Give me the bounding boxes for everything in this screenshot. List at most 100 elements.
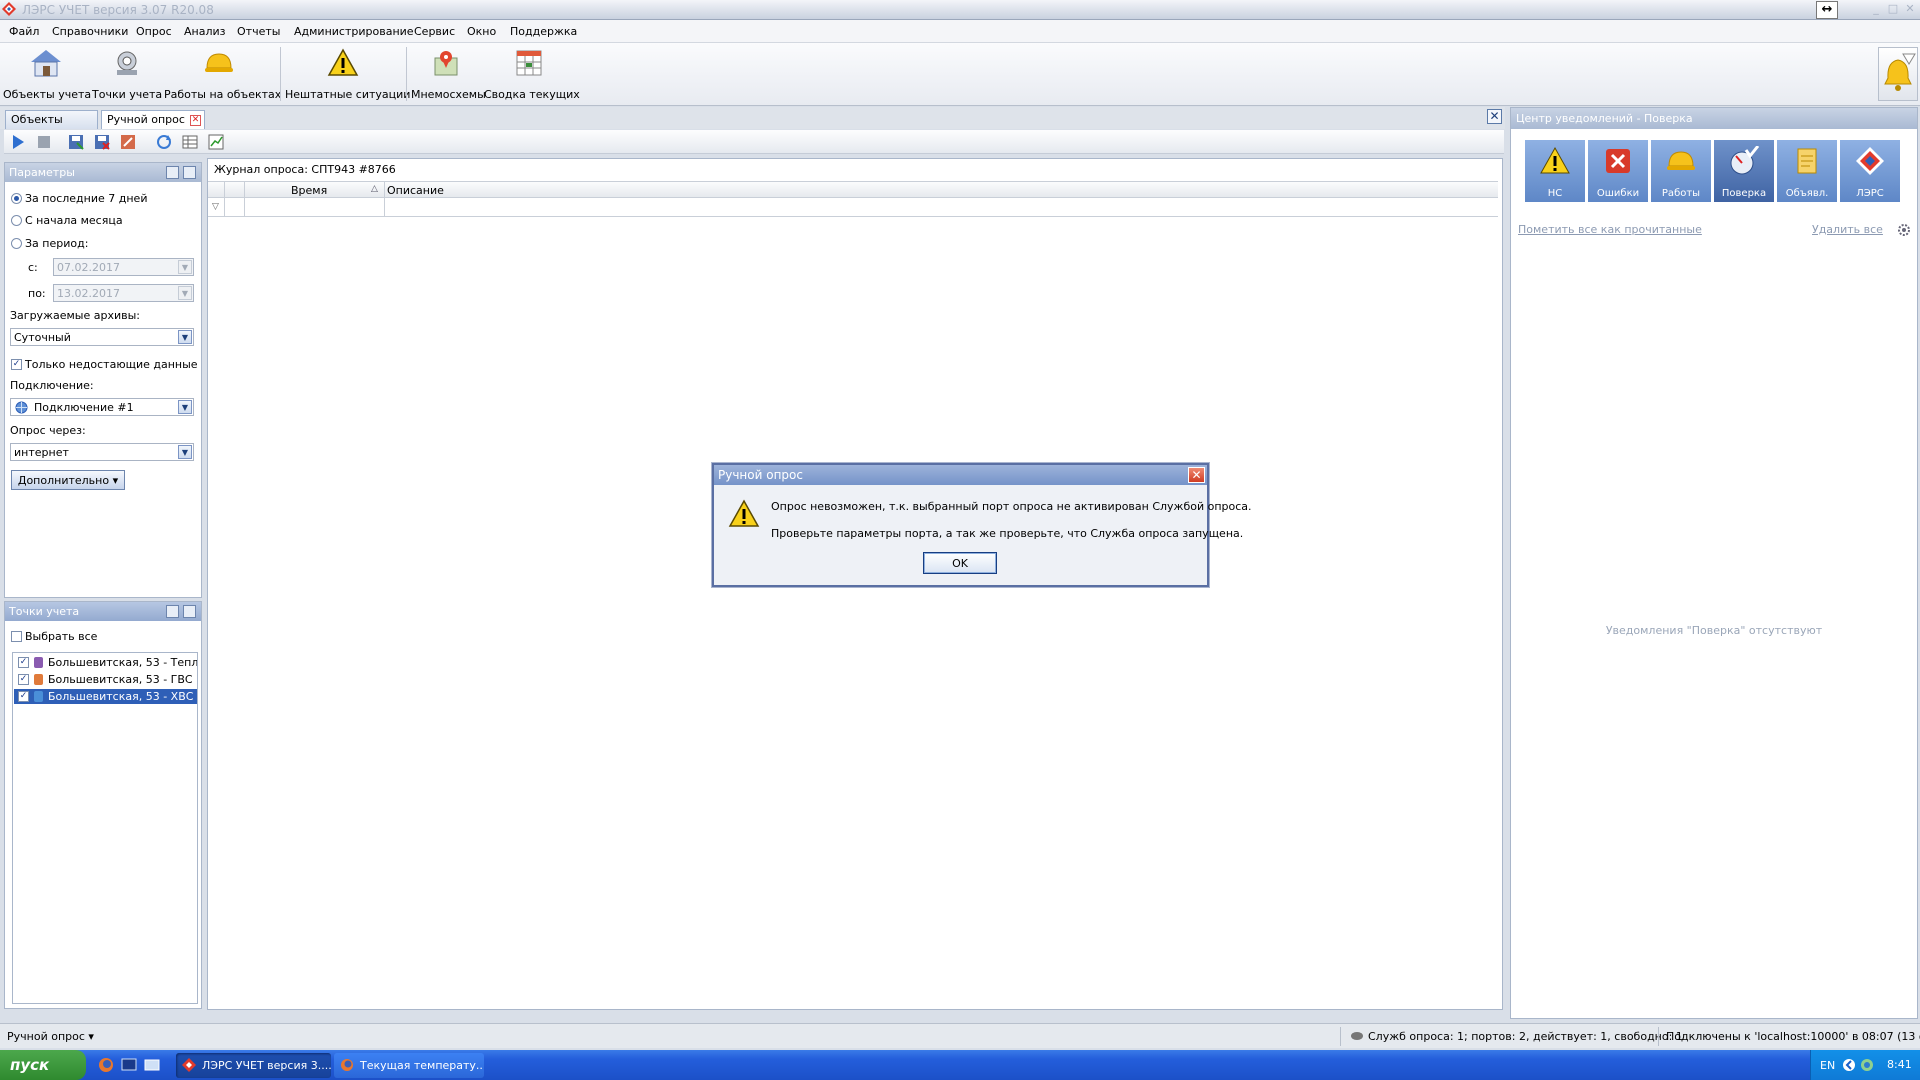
- item-checkbox[interactable]: ✓: [18, 657, 29, 668]
- status-connection: Подключены к 'localhost:10000' в 08:07 (…: [1666, 1030, 1920, 1043]
- chevron-down-icon[interactable]: ▼: [178, 286, 192, 300]
- taskbar-item-lers[interactable]: ЛЭРС УЧЕТ версия 3....: [176, 1053, 331, 1078]
- menu-reports[interactable]: Отчеты: [237, 25, 280, 38]
- menu-file[interactable]: Файл: [9, 25, 39, 38]
- list-item[interactable]: ✓ Большевитская, 53 - ХВС: [14, 689, 197, 704]
- poll-via-value: интернет: [14, 446, 69, 459]
- ok-button[interactable]: OK: [923, 552, 997, 574]
- network-icon[interactable]: [1860, 1058, 1874, 1072]
- panel-pin-icon[interactable]: [183, 605, 196, 618]
- table-icon[interactable]: [182, 134, 198, 150]
- clear-icon[interactable]: [120, 134, 136, 150]
- menu-poll[interactable]: Опрос: [136, 25, 172, 38]
- lers-filter-button[interactable]: ЛЭРС: [1840, 140, 1900, 202]
- language-indicator[interactable]: EN: [1820, 1059, 1835, 1072]
- ads-filter-button[interactable]: Объявл.: [1777, 140, 1837, 202]
- window-switch-icon[interactable]: [144, 1057, 160, 1073]
- menu-window[interactable]: Окно: [467, 25, 496, 38]
- status-services: Служб опроса: 1; портов: 2, действует: 1…: [1368, 1030, 1683, 1043]
- advanced-button[interactable]: Дополнительно ▾: [11, 470, 125, 490]
- chevron-down-icon[interactable]: ▼: [178, 260, 192, 274]
- menu-references[interactable]: Справочники: [52, 25, 128, 38]
- play-icon[interactable]: [10, 134, 26, 150]
- firefox-icon[interactable]: [98, 1057, 114, 1073]
- tab-manual-poll-label: Ручной опрос: [107, 113, 185, 126]
- manual-poll-dialog: Ручной опрос ✕ Опрос невозможен, т.к. вы…: [712, 463, 1252, 587]
- gear-icon[interactable]: [1897, 223, 1911, 237]
- chevron-down-icon[interactable]: ▼: [178, 445, 192, 459]
- show-desktop-icon[interactable]: [121, 1057, 137, 1073]
- mnemo-button[interactable]: Мнемосхемы: [411, 46, 486, 104]
- to-date-field[interactable]: 13.02.2017 ▼: [53, 284, 194, 302]
- verify-filter-button[interactable]: Поверка: [1714, 140, 1774, 202]
- clock[interactable]: 8:41: [1887, 1058, 1912, 1071]
- list-item[interactable]: ✓ Большевитская, 53 - Теплоснабжение: [14, 655, 197, 670]
- heating-icon: [34, 657, 43, 668]
- menu-bar: Файл Справочники Опрос Анализ Отчеты Адм…: [0, 20, 1920, 43]
- start-button[interactable]: пуск: [0, 1050, 86, 1080]
- taskbar-item-browser[interactable]: Текущая температу...: [334, 1053, 484, 1078]
- close-document-button[interactable]: ✕: [1487, 109, 1502, 124]
- connection-select[interactable]: Подключение #1 ▼: [10, 398, 194, 416]
- menu-service[interactable]: Сервис: [414, 25, 455, 38]
- panel-pin-icon[interactable]: [183, 166, 196, 179]
- item-checkbox[interactable]: ✓: [18, 691, 29, 702]
- ns-filter-button[interactable]: НС: [1525, 140, 1585, 202]
- maximize-icon[interactable]: □: [1886, 3, 1900, 16]
- title-bar: ЛЭРС УЧЕТ версия 3.07 R20.08 ↔ _ □ ✕: [0, 0, 1920, 20]
- delete-icon[interactable]: [94, 134, 110, 150]
- minimize-icon[interactable]: _: [1869, 3, 1883, 16]
- filter-icon[interactable]: ▽: [212, 202, 219, 212]
- menu-analysis[interactable]: Анализ: [184, 25, 226, 38]
- tab-manual-poll[interactable]: Ручной опрос ✕: [101, 110, 205, 129]
- errors-filter-button[interactable]: Ошибки: [1588, 140, 1648, 202]
- col-description[interactable]: Описание: [387, 184, 444, 197]
- dialog-message-1: Опрос невозможен, т.к. выбранный порт оп…: [771, 500, 1252, 513]
- radio-month-start[interactable]: [11, 215, 22, 226]
- chevron-down-icon[interactable]: ▼: [178, 330, 192, 344]
- radio-period[interactable]: [11, 238, 22, 249]
- select-all-checkbox[interactable]: [11, 631, 22, 642]
- panel-minimize-icon[interactable]: [166, 166, 179, 179]
- stop-icon[interactable]: [36, 134, 52, 150]
- delete-all-link[interactable]: Удалить все: [1812, 223, 1883, 236]
- back-arrow-icon[interactable]: [1842, 1058, 1856, 1072]
- emergency-button[interactable]: Нештатные ситуации: [285, 46, 410, 104]
- grid-filter-row: ▽: [208, 199, 1498, 217]
- poll-via-select[interactable]: интернет ▼: [10, 443, 194, 461]
- item-label: Большевитская, 53 - ХВС: [48, 690, 194, 703]
- dialog-close-button[interactable]: ✕: [1188, 467, 1205, 483]
- col-time[interactable]: Время: [291, 184, 327, 197]
- summary-button[interactable]: Сводка текущих: [484, 46, 580, 104]
- list-item[interactable]: ✓ Большевитская, 53 - ГВС: [14, 672, 197, 687]
- ribbon-toolbar: Объекты учета Точки учета Работы на объе…: [0, 43, 1920, 106]
- works-button[interactable]: Работы на объектах: [164, 46, 281, 104]
- only-missing-checkbox[interactable]: ✓: [11, 359, 22, 370]
- panel-minimize-icon[interactable]: [166, 605, 179, 618]
- from-date-field[interactable]: 07.02.2017 ▼: [53, 258, 194, 276]
- points-button[interactable]: Точки учета: [92, 46, 162, 104]
- save-icon[interactable]: [68, 134, 84, 150]
- archives-value: Суточный: [14, 331, 71, 344]
- item-checkbox[interactable]: ✓: [18, 674, 29, 685]
- to-date-value: 13.02.2017: [57, 287, 120, 300]
- refresh-icon[interactable]: [156, 134, 172, 150]
- restore-arrows-button[interactable]: ↔: [1816, 1, 1838, 19]
- archives-label: Загружаемые архивы:: [10, 309, 140, 322]
- mark-all-read-link[interactable]: Пометить все как прочитанные: [1518, 223, 1702, 236]
- tab-objects[interactable]: Объекты учета: [5, 110, 98, 139]
- chevron-down-icon[interactable]: ▼: [178, 400, 192, 414]
- archives-select[interactable]: Суточный ▼: [10, 328, 194, 346]
- taskbar-item-label: Текущая температу...: [360, 1059, 484, 1072]
- menu-support[interactable]: Поддержка: [510, 25, 577, 38]
- close-icon[interactable]: ✕: [1903, 3, 1917, 16]
- objects-button[interactable]: Объекты учета: [3, 46, 91, 104]
- notification-bell-button[interactable]: [1878, 47, 1918, 101]
- chart-icon[interactable]: [208, 134, 224, 150]
- radio-last7[interactable]: [11, 193, 22, 204]
- tab-close-icon[interactable]: ✕: [190, 115, 201, 126]
- notepad-icon: [1797, 148, 1817, 174]
- menu-administration[interactable]: Администрирование: [294, 25, 414, 38]
- works-filter-button[interactable]: Работы: [1651, 140, 1711, 202]
- status-mode[interactable]: Ручной опрос ▾: [7, 1030, 94, 1043]
